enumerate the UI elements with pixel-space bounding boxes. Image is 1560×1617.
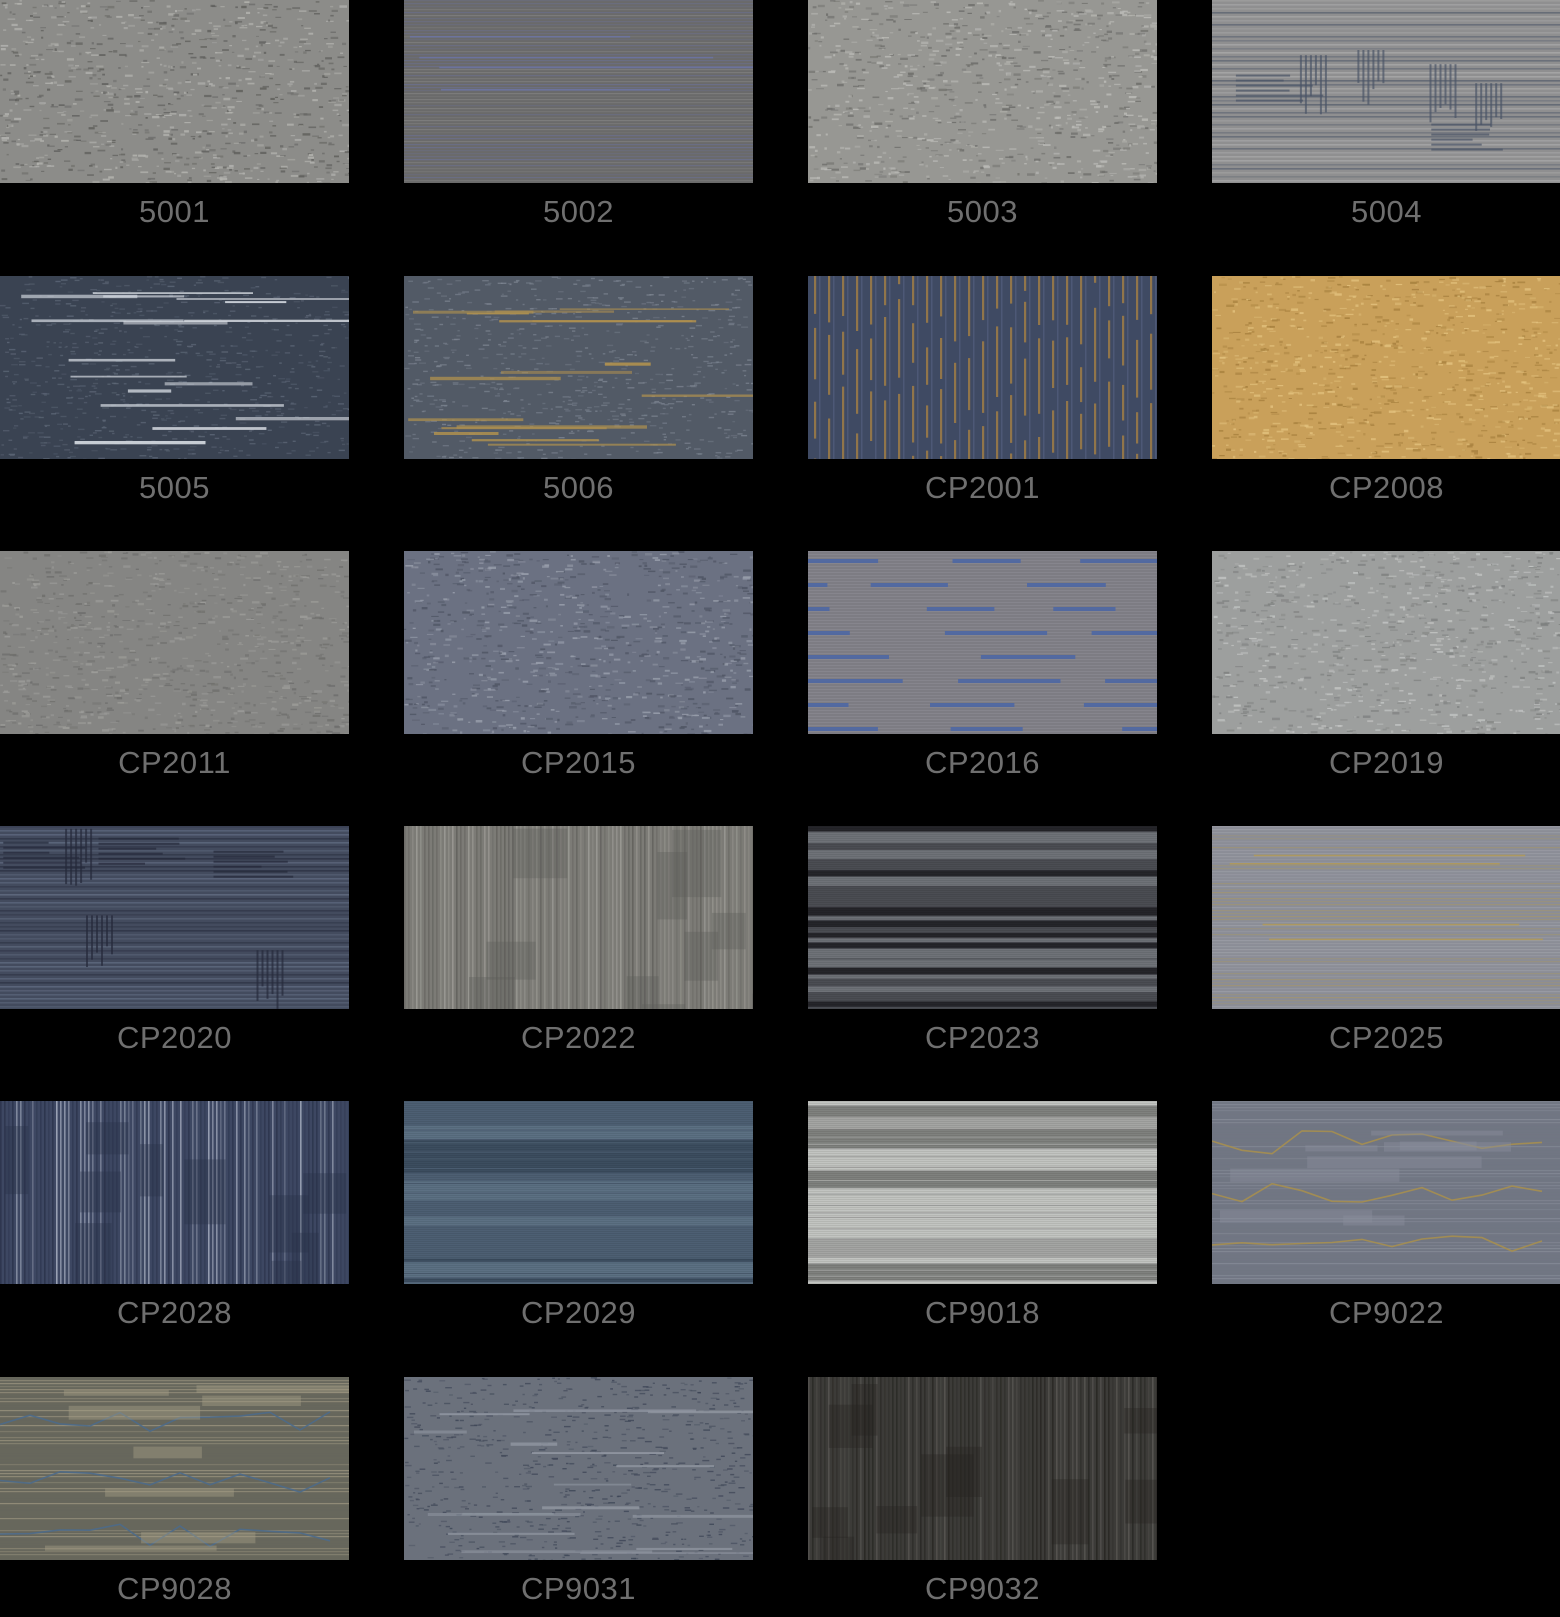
swatch-image[interactable]: [404, 826, 753, 1009]
swatch-grid: 5001 5002 5003 5004 5005 5006 CP2001 CP2008 CP20…: [0, 0, 1560, 1602]
swatch-image[interactable]: [404, 276, 753, 459]
swatch-image[interactable]: [404, 1377, 753, 1560]
swatch-code-label: CP9018: [808, 1293, 1157, 1333]
carpet-texture: [808, 826, 1157, 1009]
swatch-image[interactable]: [0, 551, 349, 734]
swatch-code-label: 5003: [808, 192, 1157, 232]
swatch-image[interactable]: [0, 826, 349, 1009]
swatch-tile[interactable]: CP2028: [0, 1101, 349, 1341]
swatch-image[interactable]: [808, 551, 1157, 734]
swatch-code-label: 5005: [0, 468, 349, 508]
swatch-tile[interactable]: 5001: [0, 0, 349, 240]
carpet-texture: [808, 276, 1157, 459]
swatch-tile[interactable]: CP9028: [0, 1377, 349, 1617]
swatch-code-label: CP2001: [808, 468, 1157, 508]
carpet-texture: [0, 276, 349, 459]
swatch-code-label: CP2028: [0, 1293, 349, 1333]
carpet-texture: [1212, 1101, 1560, 1284]
carpet-texture: [0, 1101, 349, 1284]
swatch-tile[interactable]: CP9022: [1212, 1101, 1560, 1341]
swatch-code-label: 5004: [1212, 192, 1560, 232]
carpet-texture: [404, 276, 753, 459]
swatch-tile[interactable]: 5006: [404, 276, 753, 516]
swatch-code-label: CP9032: [808, 1569, 1157, 1609]
swatch-code-label: CP2029: [404, 1293, 753, 1333]
swatch-image[interactable]: [1212, 0, 1560, 183]
swatch-image[interactable]: [808, 1377, 1157, 1560]
swatch-image[interactable]: [1212, 1101, 1560, 1284]
carpet-texture: [808, 551, 1157, 734]
swatch-tile[interactable]: CP2023: [808, 826, 1157, 1066]
swatch-tile[interactable]: CP2020: [0, 826, 349, 1066]
swatch-image[interactable]: [404, 0, 753, 183]
carpet-texture: [1212, 276, 1560, 459]
swatch-tile[interactable]: CP9031: [404, 1377, 753, 1617]
carpet-texture: [0, 826, 349, 1009]
swatch-code-label: CP2011: [0, 743, 349, 783]
swatch-tile[interactable]: CP2022: [404, 826, 753, 1066]
swatch-image[interactable]: [1212, 276, 1560, 459]
carpet-texture: [0, 0, 349, 183]
swatch-image[interactable]: [0, 1101, 349, 1284]
carpet-texture: [808, 0, 1157, 183]
carpet-texture: [0, 1377, 349, 1560]
swatch-image[interactable]: [1212, 551, 1560, 734]
swatch-image[interactable]: [808, 0, 1157, 183]
swatch-tile[interactable]: CP9018: [808, 1101, 1157, 1341]
swatch-image[interactable]: [1212, 826, 1560, 1009]
swatch-code-label: CP9028: [0, 1569, 349, 1609]
swatch-tile[interactable]: CP9032: [808, 1377, 1157, 1617]
swatch-tile[interactable]: 5005: [0, 276, 349, 516]
carpet-texture: [404, 0, 753, 183]
swatch-tile[interactable]: CP2008: [1212, 276, 1560, 516]
swatch-image[interactable]: [404, 551, 753, 734]
swatch-tile[interactable]: 5003: [808, 0, 1157, 240]
swatch-code-label: CP2025: [1212, 1018, 1560, 1058]
carpet-texture: [808, 1377, 1157, 1560]
swatch-image[interactable]: [404, 1101, 753, 1284]
swatch-code-label: CP9031: [404, 1569, 753, 1609]
swatch-tile[interactable]: CP2001: [808, 276, 1157, 516]
swatch-image[interactable]: [808, 276, 1157, 459]
carpet-texture: [1212, 0, 1560, 183]
carpet-texture: [1212, 826, 1560, 1009]
swatch-tile[interactable]: CP2015: [404, 551, 753, 791]
swatch-code-label: 5006: [404, 468, 753, 508]
swatch-tile[interactable]: 5002: [404, 0, 753, 240]
swatch-image[interactable]: [808, 1101, 1157, 1284]
carpet-texture: [404, 1377, 753, 1560]
swatch-tile[interactable]: CP2011: [0, 551, 349, 791]
swatch-tile[interactable]: 5004: [1212, 0, 1560, 240]
swatch-tile[interactable]: CP2016: [808, 551, 1157, 791]
carpet-texture: [0, 551, 349, 734]
swatch-image[interactable]: [0, 1377, 349, 1560]
carpet-texture: [404, 551, 753, 734]
swatch-code-label: CP2022: [404, 1018, 753, 1058]
swatch-code-label: CP9022: [1212, 1293, 1560, 1333]
swatch-code-label: 5001: [0, 192, 349, 232]
swatch-code-label: CP2015: [404, 743, 753, 783]
swatch-tile[interactable]: CP2029: [404, 1101, 753, 1341]
swatch-code-label: 5002: [404, 192, 753, 232]
swatch-code-label: CP2019: [1212, 743, 1560, 783]
swatch-image[interactable]: [808, 826, 1157, 1009]
swatch-image[interactable]: [0, 0, 349, 183]
swatch-code-label: CP2023: [808, 1018, 1157, 1058]
swatch-tile[interactable]: CP2019: [1212, 551, 1560, 791]
carpet-texture: [1212, 551, 1560, 734]
carpet-texture: [808, 1101, 1157, 1284]
carpet-texture: [404, 826, 753, 1009]
swatch-image[interactable]: [0, 276, 349, 459]
swatch-tile[interactable]: CP2025: [1212, 826, 1560, 1066]
swatch-code-label: CP2008: [1212, 468, 1560, 508]
swatch-code-label: CP2020: [0, 1018, 349, 1058]
carpet-texture: [404, 1101, 753, 1284]
swatch-code-label: CP2016: [808, 743, 1157, 783]
